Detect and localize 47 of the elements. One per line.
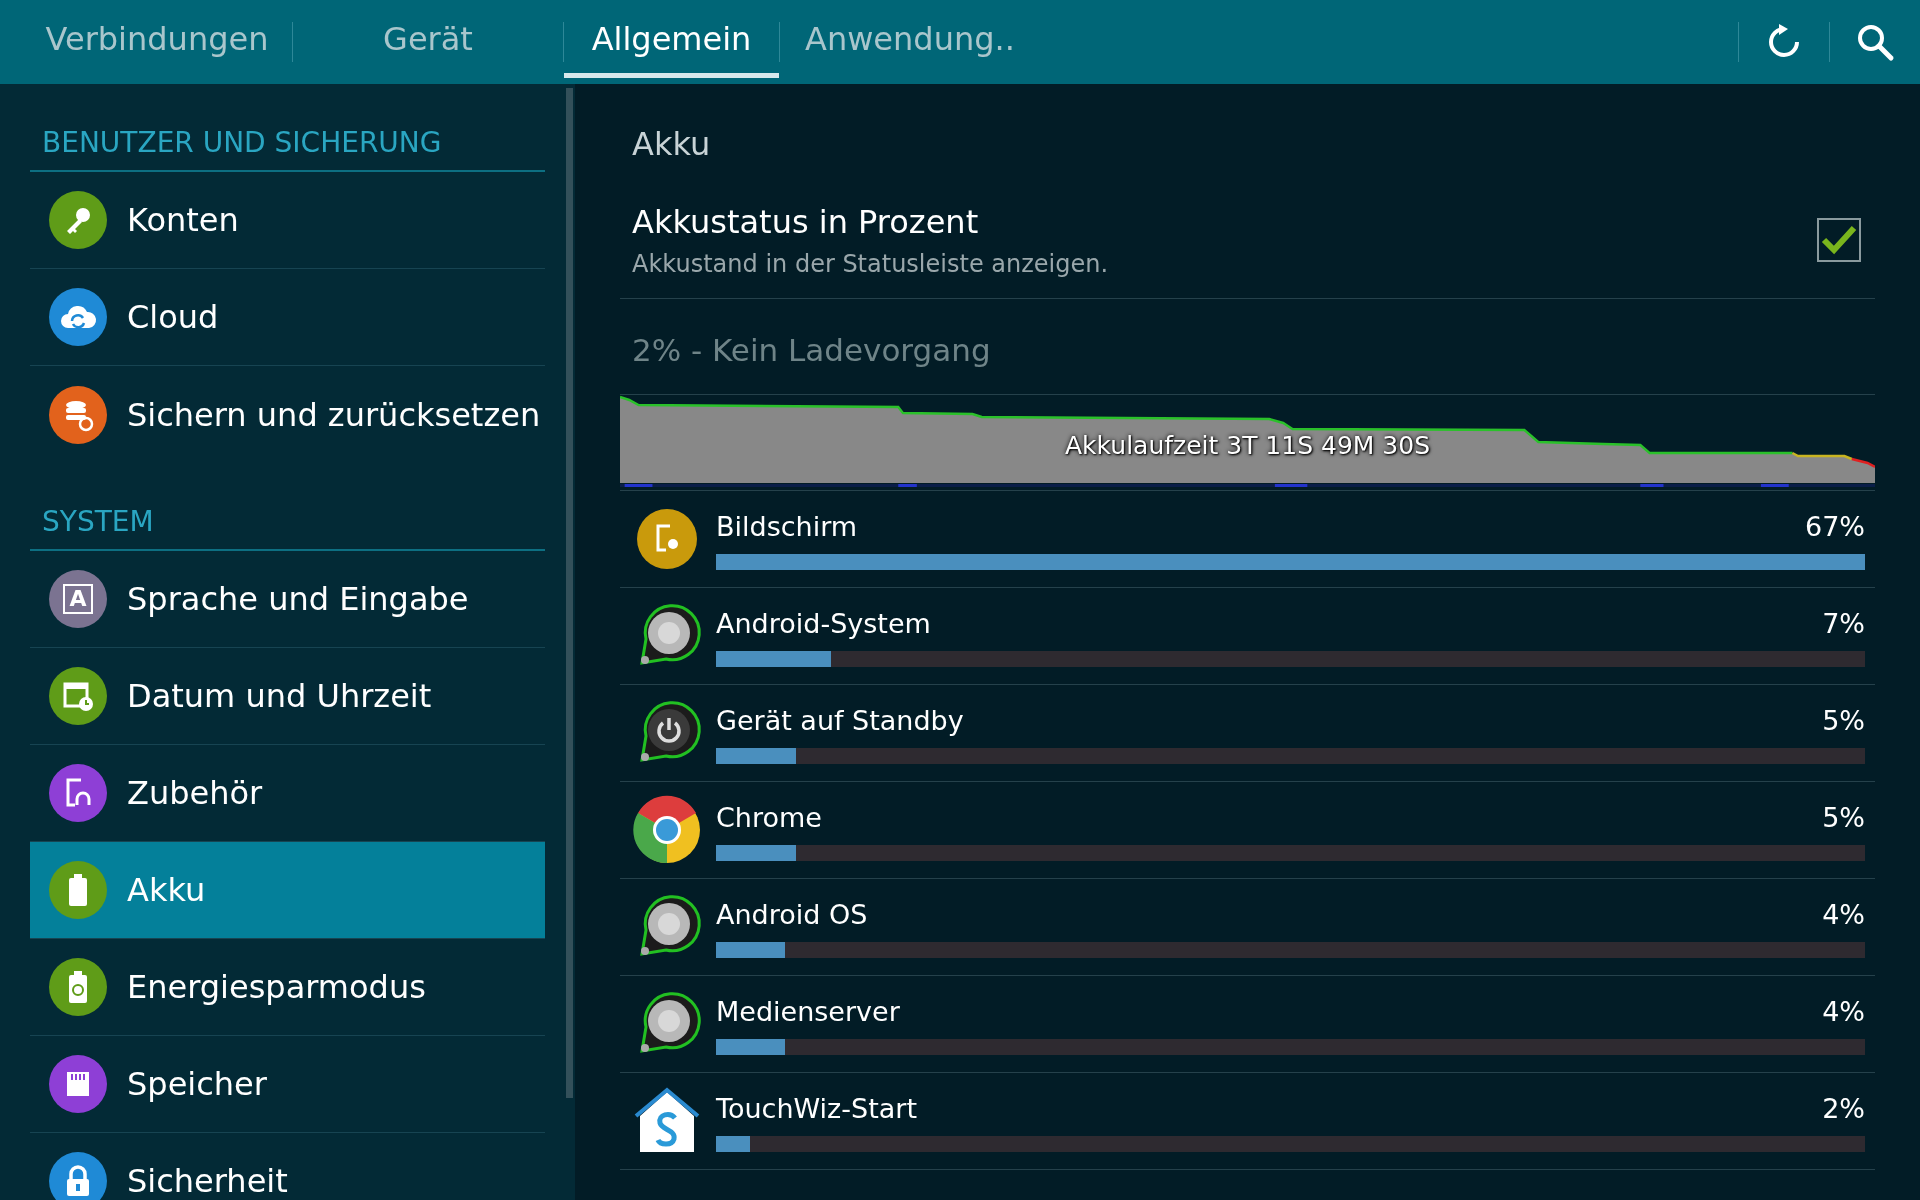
sidebar-label: Speicher (127, 1064, 267, 1105)
app-name: Medienserver (716, 995, 900, 1030)
sidebar-item[interactable]: Energiesparmodus (30, 939, 545, 1036)
sidebar-label: Sprache und Eingabe (127, 579, 469, 620)
sidebar-item[interactable]: Datum und Uhrzeit (30, 648, 545, 745)
sidebar-label: Energiesparmodus (127, 967, 426, 1008)
letter-icon: A (49, 570, 107, 628)
sidebar-label: Datum und Uhrzeit (127, 676, 432, 717)
usage-percent: 7% (1822, 607, 1865, 642)
battery-status: 2% - Kein Ladevorgang (620, 299, 1875, 395)
sidebar-item[interactable]: Speicher (30, 1036, 545, 1133)
tab[interactable]: Verbindungen (22, 0, 292, 78)
setting-description: Akkustand in der Statusleiste anzeigen. (632, 249, 1109, 280)
sidebar-item[interactable]: A Sprache und Eingabe (30, 551, 545, 648)
app-name: TouchWiz-Start (716, 1092, 917, 1127)
sidebar-item[interactable]: Konten (30, 172, 545, 269)
usage-percent: 5% (1822, 801, 1865, 836)
usage-percent: 4% (1822, 898, 1865, 933)
sidebar-label: Cloud (127, 297, 219, 338)
tab[interactable]: Anwendung.. (805, 0, 1015, 78)
tab[interactable]: Gerät (293, 0, 563, 78)
tab[interactable]: Allgemein (564, 0, 779, 78)
usage-percent: 67% (1805, 510, 1865, 545)
sidebar-label: Sichern und zurücksetzen (127, 394, 541, 436)
setting-title: Akkustatus in Prozent (632, 202, 980, 243)
app-name: Gerät auf Standby (716, 704, 964, 739)
sidebar-item[interactable]: Akku (30, 842, 545, 939)
sidebar-item[interactable]: Cloud (30, 269, 545, 366)
graph-label: Akkulaufzeit 3T 11S 49M 30S (1065, 429, 1430, 462)
checkbox[interactable] (1817, 218, 1861, 262)
sidebar-item[interactable]: Sicherheit (30, 1133, 545, 1200)
usage-percent: 5% (1822, 704, 1865, 739)
sidebar-label: Konten (127, 200, 239, 241)
sidebar-label: Akku (127, 870, 206, 911)
sidebar-item[interactable]: Sichern und zurücksetzen (30, 366, 545, 463)
sidebar-label: Sicherheit (127, 1161, 288, 1200)
app-name: Android OS (716, 898, 868, 933)
section-heading: BENUTZER UND SICHERUNG (30, 84, 545, 172)
app-name: Android-System (716, 607, 931, 642)
usage-percent: 4% (1822, 995, 1865, 1030)
app-name: Chrome (716, 801, 822, 836)
browser-icon (632, 794, 702, 865)
app-name: Bildschirm (716, 510, 858, 545)
section-heading: SYSTEM (30, 463, 545, 551)
sidebar-label: Zubehör (127, 773, 263, 814)
usage-percent: 2% (1822, 1092, 1865, 1127)
section-title: Akku (631, 124, 712, 165)
